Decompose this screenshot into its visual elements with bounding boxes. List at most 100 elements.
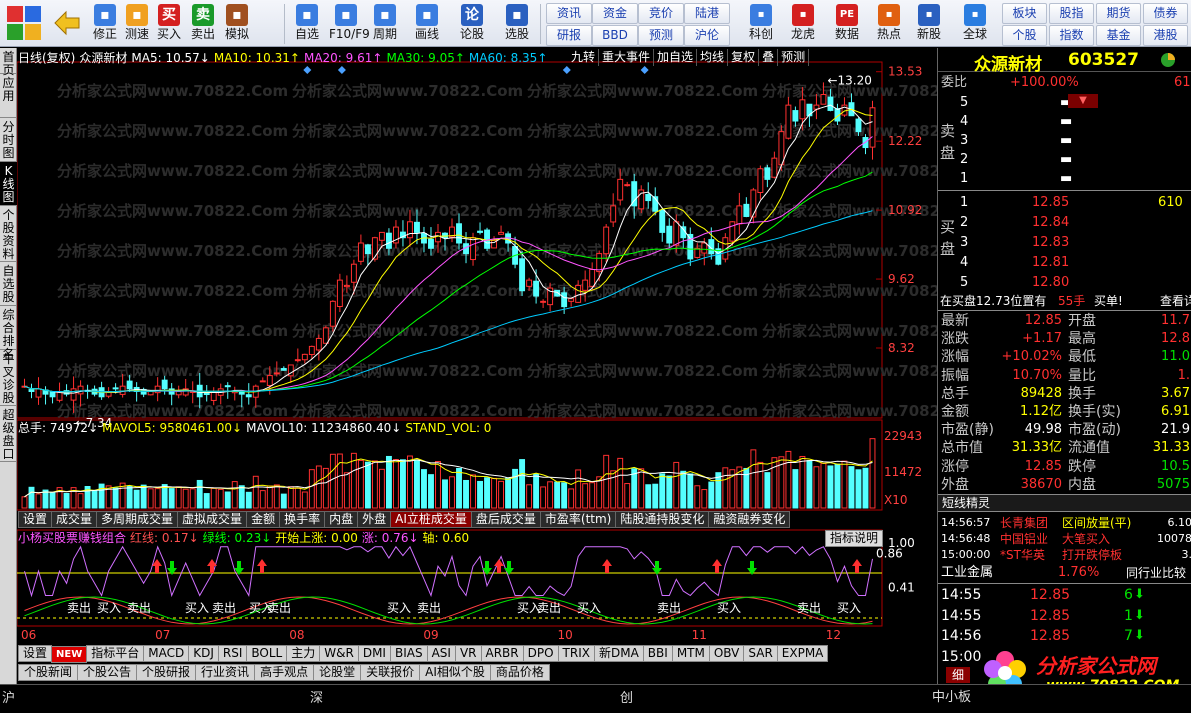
quick-button-5[interactable]: BBD (592, 25, 638, 46)
news-tab-4[interactable]: 高手观点 (254, 664, 315, 681)
collapse-arrow-icon[interactable]: ▼ (1068, 94, 1098, 108)
news-tab-6[interactable]: 关联报价 (360, 664, 421, 681)
indicator-tab-1[interactable]: 成交量 (51, 511, 98, 528)
view-detail-link[interactable]: 查看详 (1160, 292, 1191, 310)
market-button-0[interactable]: 板块 (1002, 3, 1047, 24)
bottom-tab-17[interactable]: BBI (642, 645, 673, 662)
market-button-2[interactable]: 期货 (1096, 3, 1141, 24)
bottom-tab-2[interactable]: 指标平台 (86, 645, 145, 662)
bottom-tab-6[interactable]: BOLL (246, 645, 288, 662)
indicator-tab-7[interactable]: 外盘 (357, 511, 392, 528)
toolbar-dragon-button[interactable]: ▪ 龙虎 (786, 3, 820, 45)
bottom-tab-11[interactable]: ASI (426, 645, 456, 662)
indicator-tab-5[interactable]: 换手率 (279, 511, 326, 528)
status-sz[interactable]: 深 (310, 687, 323, 706)
sidebar-tab-0[interactable]: 首页 (0, 48, 17, 77)
toolbar-cycle-button[interactable]: ▪ 周期 (368, 3, 402, 45)
sidebar-tab-7[interactable]: 牛叉诊股 (0, 350, 17, 406)
sidebar-tab-3[interactable]: K线图 (0, 162, 17, 206)
toolbar-discuss-button[interactable]: 论论股 (455, 3, 489, 45)
bottom-tab-18[interactable]: MTM (671, 645, 710, 662)
bottom-tab-3[interactable]: MACD (143, 645, 190, 662)
bottom-tab-9[interactable]: DMI (357, 645, 391, 662)
bottom-tab-19[interactable]: OBV (708, 645, 745, 662)
pie-chart-icon[interactable] (1160, 52, 1176, 68)
news-tab-5[interactable]: 论股堂 (313, 664, 362, 681)
market-button-7[interactable]: 港股 (1143, 25, 1188, 46)
detail-tab[interactable]: 细 (946, 667, 970, 683)
toolbar-new-stock-button[interactable]: ▪ 新股 (912, 3, 946, 45)
quick-button-4[interactable]: 研报 (546, 25, 592, 46)
chart-top-button-0[interactable]: 九转 (568, 49, 600, 66)
kline-chart-svg[interactable]: 分析家公式网www.70822.Com 分析家公式网www.70822.Com 分析… (17, 48, 937, 648)
event-marker-icon[interactable] (562, 66, 571, 74)
chart-top-button-5[interactable]: 叠 (759, 49, 779, 66)
bottom-tab-4[interactable]: KDJ (188, 645, 219, 662)
quick-button-7[interactable]: 沪伦 (684, 25, 730, 46)
event-marker-icon[interactable] (337, 66, 346, 74)
indicator-tab-9[interactable]: 盘后成交量 (470, 511, 541, 528)
market-button-1[interactable]: 股指 (1049, 3, 1094, 24)
toolbar-chart-button[interactable]: ▪ 科创 (744, 3, 778, 45)
chart-top-button-4[interactable]: 复权 (728, 49, 760, 66)
indicator-help-button[interactable]: 指标说明 (825, 530, 884, 547)
sidebar-tab-5[interactable]: 自选股 (0, 262, 17, 306)
toolbar-pe-button[interactable]: PE 数据 (830, 3, 864, 45)
chart-top-button-2[interactable]: 加自选 (654, 49, 698, 66)
toolbar-portfolio-button[interactable]: ▪ 自选 (290, 3, 324, 45)
bottom-tab-12[interactable]: VR (454, 645, 482, 662)
sidebar-tab-4[interactable]: 个股资料 (0, 206, 17, 262)
sidebar-tab-2[interactable]: 分时图 (0, 118, 17, 162)
toolbar-hammer-button[interactable]: ▪ 模拟 (220, 3, 254, 45)
quick-button-2[interactable]: 竞价 (638, 3, 684, 24)
toolbar-select-stock-button[interactable]: ▪ 选股 (500, 3, 534, 45)
news-tab-3[interactable]: 行业资讯 (195, 664, 256, 681)
bottom-tab-20[interactable]: SAR (743, 645, 778, 662)
toolbar-buy-button[interactable]: 买买入 (152, 3, 186, 45)
market-button-4[interactable]: 个股 (1002, 25, 1047, 46)
chart-top-button-3[interactable]: 均线 (697, 49, 729, 66)
bottom-tab-21[interactable]: EXPMA (776, 645, 829, 662)
bottom-tab-5[interactable]: RSI (217, 645, 248, 662)
app-logo-icon[interactable] (6, 5, 42, 41)
bottom-tab-15[interactable]: TRIX (557, 645, 595, 662)
bottom-tab-16[interactable]: 新DMA (593, 645, 644, 662)
chart-top-button-1[interactable]: 重大事件 (599, 49, 655, 66)
toolbar-pencil-button[interactable]: ▪ 画线 (410, 3, 444, 45)
indicator-tab-8[interactable]: AI立桩成交量 (390, 511, 472, 528)
toolbar-f10-button[interactable]: ▪ F10/F9 (329, 3, 370, 45)
quick-button-0[interactable]: 资讯 (546, 3, 592, 24)
indicator-tab-12[interactable]: 融资融券变化 (708, 511, 791, 528)
news-tab-7[interactable]: AI相似个股 (419, 664, 491, 681)
indicator-tab-6[interactable]: 内盘 (324, 511, 359, 528)
status-sh[interactable]: 沪 (2, 687, 15, 706)
bottom-tab-8[interactable]: W&R (319, 645, 359, 662)
back-arrow-icon[interactable] (52, 8, 82, 38)
bottom-tab-13[interactable]: ARBR (480, 645, 524, 662)
news-tab-8[interactable]: 商品价格 (489, 664, 550, 681)
sidebar-tab-1[interactable]: 应用 (0, 74, 17, 118)
bottom-tab-14[interactable]: DPO (522, 645, 559, 662)
status-sme[interactable]: 中小板 (932, 686, 971, 705)
sidebar-tab-6[interactable]: 综合排名 (0, 306, 17, 361)
industry-compare-link[interactable]: 同行业比较 (1126, 564, 1186, 582)
bottom-tab-0[interactable]: 设置 (18, 645, 53, 662)
elves-stock[interactable]: *ST华英 (1000, 546, 1045, 564)
toolbar-up-arrow-button[interactable]: ▪ 修正 (88, 3, 122, 45)
event-marker-icon[interactable] (303, 66, 312, 74)
indicator-tab-3[interactable]: 虚拟成交量 (177, 511, 248, 528)
toolbar-sell-button[interactable]: 卖卖出 (186, 3, 220, 45)
news-tab-2[interactable]: 个股研报 (136, 664, 197, 681)
event-marker-icon[interactable] (640, 66, 649, 74)
market-button-6[interactable]: 基金 (1096, 25, 1141, 46)
toolbar-hot-button[interactable]: ▪ 热点 (872, 3, 906, 45)
toolbar-globe-button[interactable]: ▪ 全球 (958, 3, 992, 45)
kline-chart-area[interactable]: 分析家公式网www.70822.Com 分析家公式网www.70822.Com 分析… (17, 48, 937, 648)
indicator-tab-10[interactable]: 市盈率(ttm) (539, 511, 617, 528)
status-cy[interactable]: 创 (620, 687, 633, 706)
quick-button-3[interactable]: 陆港 (684, 3, 730, 24)
bottom-tab-7[interactable]: 主力 (286, 645, 321, 662)
market-button-3[interactable]: 债券 (1143, 3, 1188, 24)
chart-top-button-6[interactable]: 预测 (778, 49, 810, 66)
market-button-5[interactable]: 指数 (1049, 25, 1094, 46)
